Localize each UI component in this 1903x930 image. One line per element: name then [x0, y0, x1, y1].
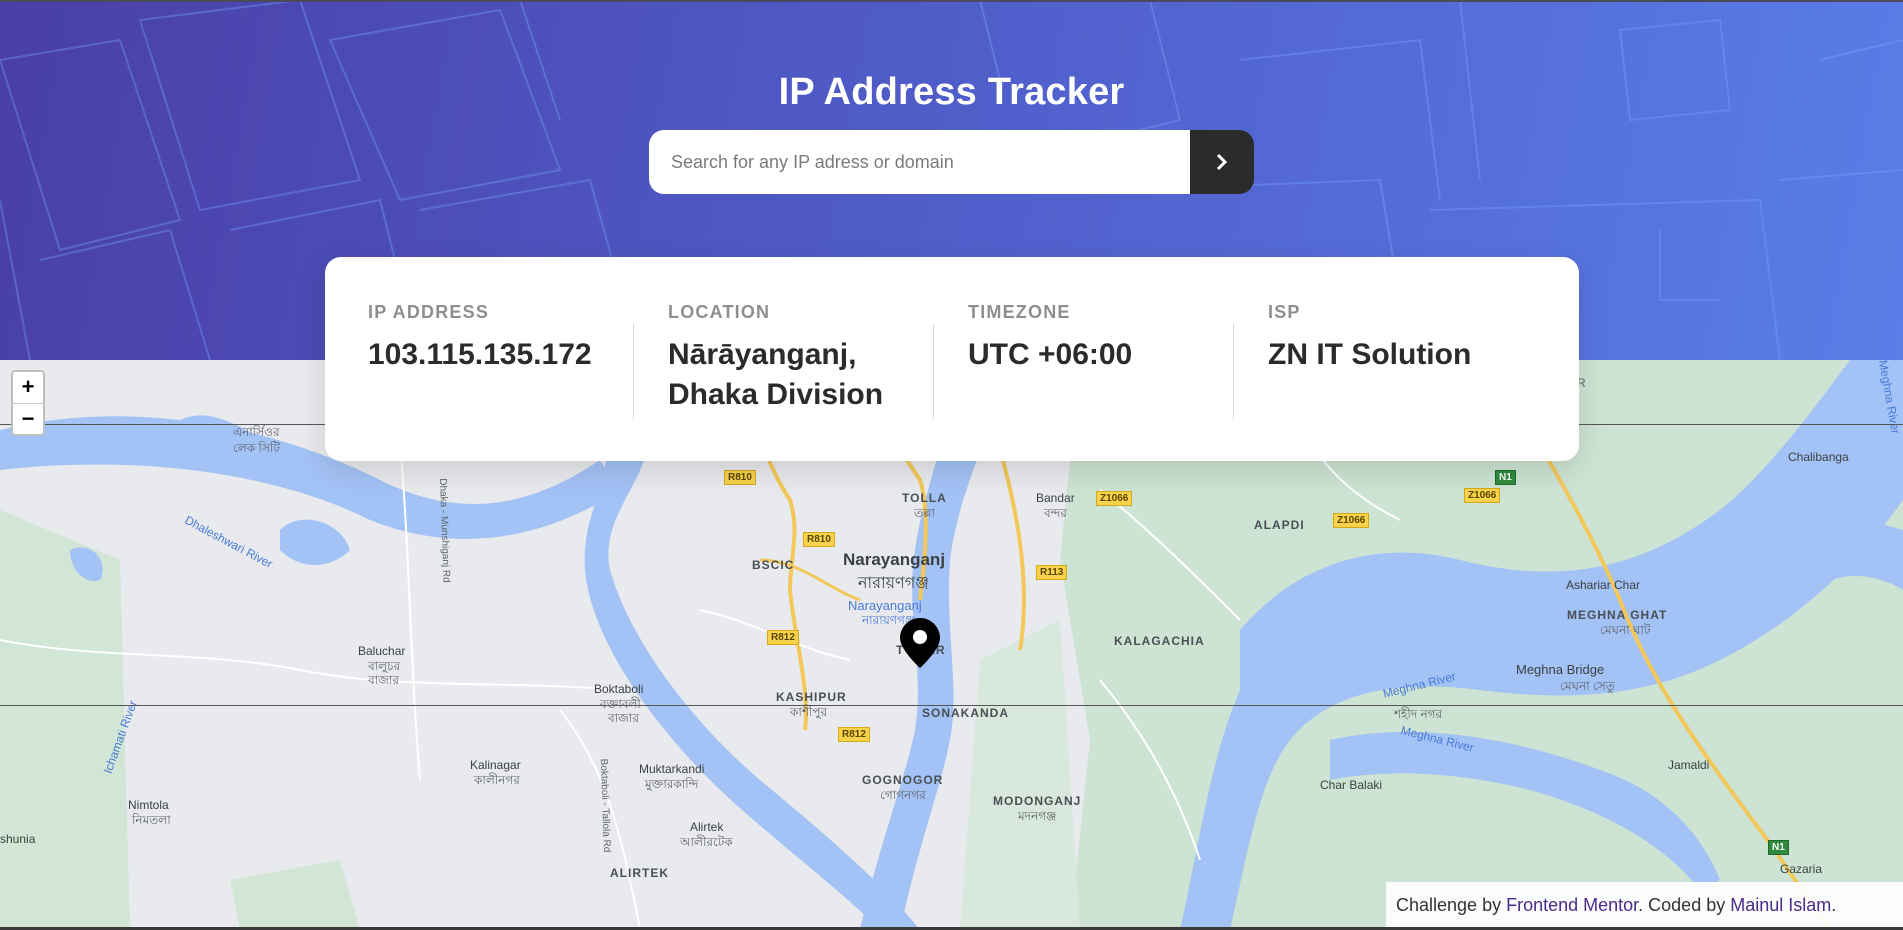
map-tile-seam [0, 705, 1903, 706]
map-label: কাশীপুর [790, 705, 828, 719]
attribution: Challenge by Frontend Mentor. Coded by M… [1386, 882, 1903, 928]
top-border [0, 0, 1903, 2]
road-badge: N1 [1768, 840, 1789, 855]
ip-address-value: 103.115.135.172 [368, 338, 592, 371]
map-label: MEGHNA GHAT [1567, 608, 1668, 622]
ip-address-label: IP ADDRESS [368, 302, 490, 322]
map-label: SONAKANDA [922, 706, 1009, 720]
map-label: Ashariar Char [1566, 578, 1641, 592]
info-divider [1233, 324, 1234, 419]
location-item: LOCATION Nārāyanganj, Dhaka Division [633, 302, 968, 461]
map-label: GOGNOGOR [862, 773, 944, 787]
attribution-suffix: . [1831, 895, 1837, 915]
map-label: শহীদ নগর [1394, 707, 1443, 721]
map-label: আলীরটেক [680, 835, 733, 849]
location-value: Nārāyanganj, Dhaka Division [668, 335, 948, 415]
info-divider [933, 324, 934, 419]
frontend-mentor-link[interactable]: Frontend Mentor [1506, 895, 1638, 915]
isp-value: ZN IT Solution [1268, 338, 1472, 371]
map-label: ALAPDI [1254, 518, 1305, 532]
map-label: BSCIC [752, 558, 795, 572]
map-label: Bandar [1036, 491, 1075, 505]
map-label: মেঘনা ঘাট [1600, 623, 1651, 637]
timezone-value: UTC +06:00 [968, 338, 1133, 371]
map-label: Char Balaki [1320, 778, 1383, 792]
road-badge: R812 [767, 630, 799, 645]
map-label: তল্লা [914, 506, 936, 520]
location-value-line1: Nārāyanganj, [668, 338, 857, 371]
map-label: Narayanganj [848, 598, 922, 613]
road-badge: R113 [1036, 565, 1068, 580]
road-badge: Z1066 [1464, 488, 1501, 503]
zoom-out-button[interactable]: − [13, 404, 43, 435]
road-badge: Z1066 [1333, 513, 1370, 528]
chevron-right-icon [1216, 153, 1228, 171]
ip-info-card: IP ADDRESS 103.115.135.172 LOCATION Nārā… [325, 257, 1579, 461]
map-label: মদনগঞ্জ [1018, 809, 1057, 823]
map-label: shunia [0, 832, 36, 846]
attribution-prefix: Challenge by [1396, 895, 1507, 915]
map-label: নিমতলা [132, 813, 171, 827]
location-label: LOCATION [668, 302, 771, 322]
map-zoom-control: + − [11, 370, 45, 436]
zoom-in-button[interactable]: + [13, 372, 43, 404]
info-divider [633, 324, 634, 419]
map-label: বন্দর [1044, 506, 1067, 520]
map-label: Boktaboli [594, 682, 644, 696]
map-label: Nimtola [128, 798, 169, 812]
road-badge: R810 [724, 470, 756, 485]
ip-address-item: IP ADDRESS 103.115.135.172 [368, 302, 668, 461]
timezone-item: TIMEZONE UTC +06:00 [933, 302, 1268, 461]
map-label: Alirtek [690, 820, 724, 834]
search-input[interactable] [649, 130, 1190, 194]
search-form [649, 130, 1254, 194]
isp-item: ISP ZN IT Solution [1233, 302, 1568, 461]
location-value-line2: Dhaka Division [668, 378, 884, 411]
map-label: Baluchar [358, 644, 406, 658]
attribution-middle: . Coded by [1638, 895, 1731, 915]
map-label: ALIRTEK [610, 866, 669, 880]
map-label: কালীনগর [474, 773, 520, 787]
map-label: Chalibanga [1788, 450, 1849, 464]
map-label: Meghna Bridge [1516, 662, 1605, 677]
location-pin-icon[interactable] [899, 617, 941, 669]
map-label: Jamaldi [1668, 758, 1710, 772]
page-title: IP Address Tracker [778, 71, 1125, 114]
map-label: বাজার [608, 711, 639, 725]
map-label: লেক সিটি [233, 441, 280, 455]
page: IP Address Tracker IP ADDRESS 103.115.13… [0, 0, 1903, 930]
timezone-label: TIMEZONE [968, 302, 1071, 322]
map-label: মেঘনা সেতু [1560, 679, 1615, 693]
map-label: KASHIPUR [776, 690, 847, 704]
map-label: Muktarkandi [639, 762, 705, 776]
map-label: MODONGANJ [993, 794, 1082, 808]
map-label: Gazaria [1780, 862, 1823, 876]
author-link[interactable]: Mainul Islam [1730, 895, 1831, 915]
map-label-narayanganj: Narayanganj [843, 550, 946, 569]
map-label: নারায়ণগঞ্জ [858, 575, 929, 592]
map-label: গোগনগর [880, 788, 926, 802]
map-label: TOLLA [902, 491, 947, 505]
search-submit-button[interactable] [1190, 130, 1254, 194]
map-label: KALAGACHIA [1114, 634, 1205, 648]
map-label: বাজার [368, 673, 399, 687]
road-badge: Z1066 [1096, 491, 1133, 506]
map-label: মুক্তারকান্দি [645, 777, 699, 791]
road-badge: N1 [1495, 470, 1516, 485]
map-label: Kalinagar [470, 758, 521, 772]
isp-label: ISP [1268, 302, 1301, 322]
road-badge: R812 [838, 727, 870, 742]
road-badge: R810 [803, 532, 835, 547]
